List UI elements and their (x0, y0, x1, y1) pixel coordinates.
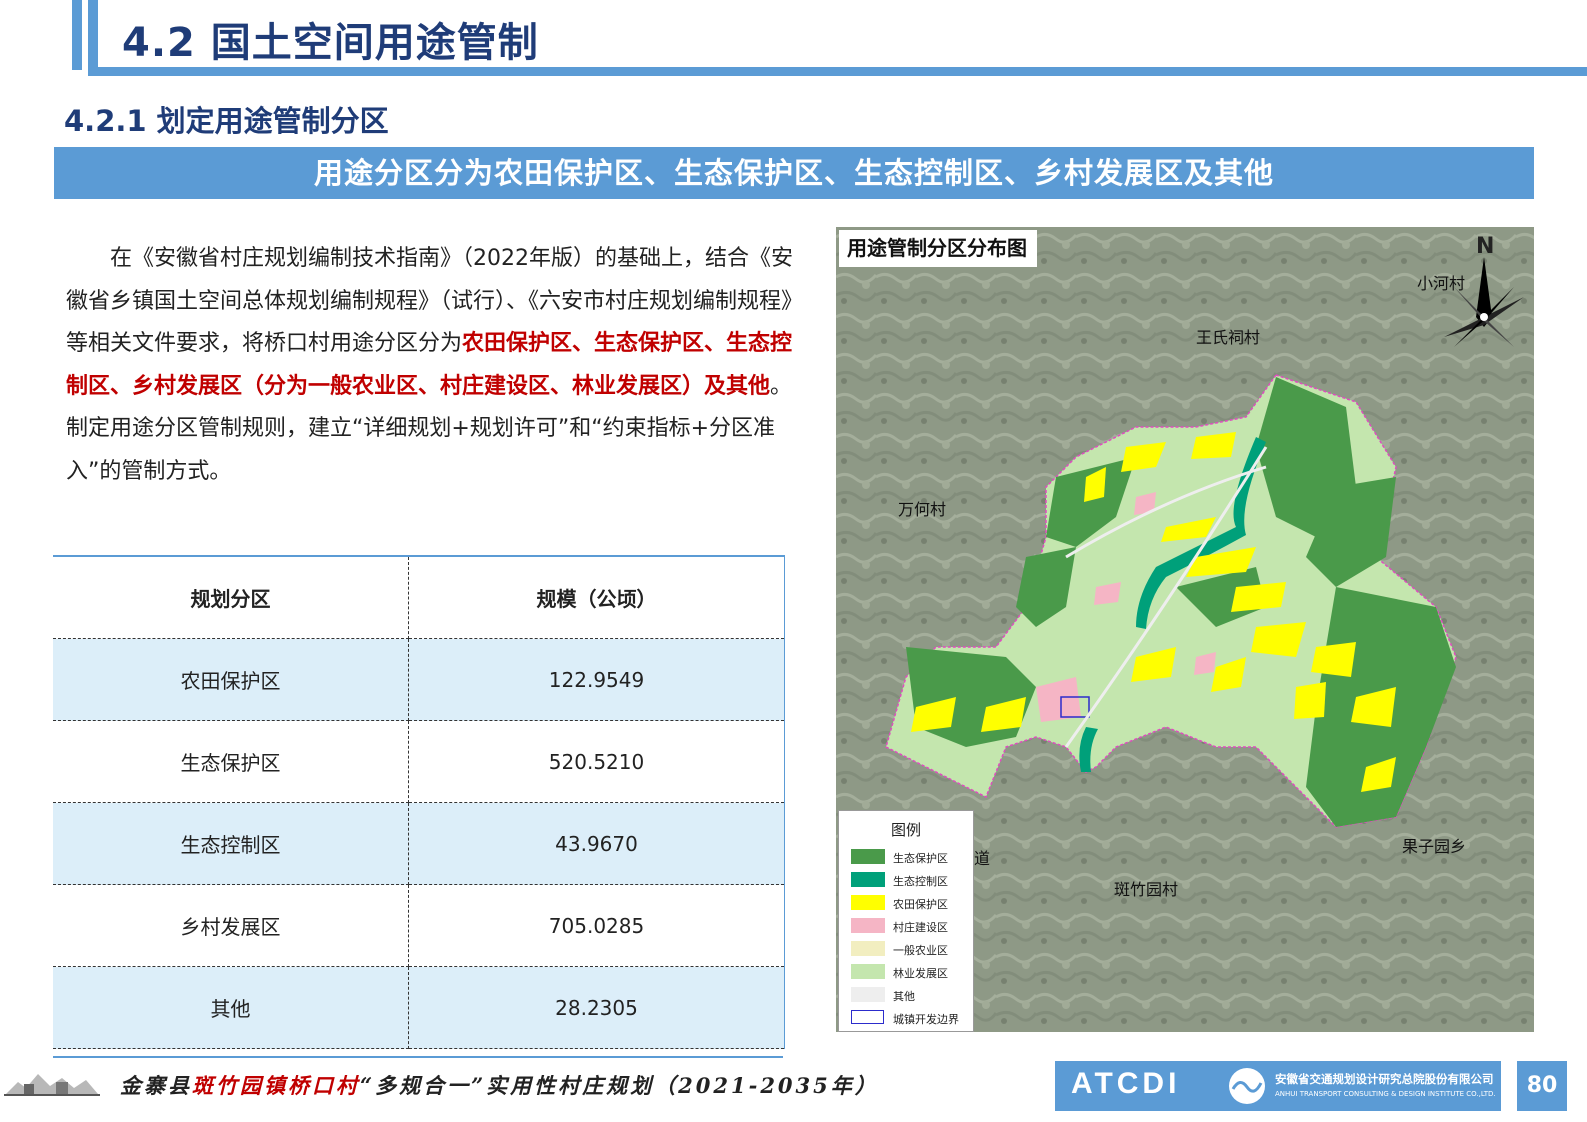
map-label: 王氏祠村 (1196, 328, 1261, 347)
zone-cell: 农田保护区 (53, 638, 409, 721)
company-logo: ATCDI 安徽省交通规划设计研究总院股份有限公司 ANHUI TRANSPOR… (1055, 1061, 1501, 1111)
area-cell: 705.0285 (408, 884, 785, 967)
map-legend: 图例 生态保护区 生态控制区 农田保护区 村庄建设区 一般农业区 林业发展区 其… (838, 810, 974, 1032)
legend-label: 农田保护区 (893, 898, 948, 911)
village-sketch-icon (4, 1074, 100, 1096)
footer-title: 金寨县斑竹园镇桥口村“多规合一”实用性村庄规划（2021-2035年） (120, 1070, 879, 1100)
map-label: 果子园乡 (1402, 837, 1467, 856)
map-label: 道 (974, 849, 991, 868)
legend-swatch (851, 895, 885, 910)
legend-swatch (851, 941, 885, 956)
legend-swatch (851, 964, 885, 979)
table-header-row: 规划分区 规模（公顷） (53, 555, 785, 639)
legend-swatch (851, 918, 885, 933)
table-row: 农田保护区 122.9549 (53, 638, 785, 721)
description-paragraph: 在《安徽省村庄规划编制技术指南》（2022年版）的基础上，结合《安徽省乡镇国土空… (66, 238, 796, 493)
legend-label: 城镇开发边界 (893, 1013, 959, 1026)
logo-text: ATCDI (1071, 1067, 1181, 1100)
legend-swatch (851, 849, 885, 864)
legend-swatch (851, 1010, 884, 1024)
legend-label: 生态控制区 (893, 875, 948, 888)
table-row: 乡村发展区 705.0285 (53, 884, 785, 967)
footer-divider (53, 1056, 783, 1058)
zone-cell: 乡村发展区 (53, 884, 409, 967)
map-label: 斑竹园村 (1114, 880, 1179, 899)
zone-cell: 生态控制区 (53, 802, 409, 885)
table-row: 生态控制区 43.9670 (53, 802, 785, 885)
map-title: 用途管制分区分布图 (839, 230, 1037, 267)
footer-village: 斑竹园镇桥口村 (192, 1073, 360, 1098)
zone-cell: 生态保护区 (53, 720, 409, 803)
table-row: 其他 28.2305 (53, 966, 785, 1049)
legend-swatch (851, 872, 885, 887)
area-cell: 122.9549 (408, 638, 785, 721)
zone-area-table: 规划分区 规模（公顷） 农田保护区 122.9549 生态保护区 520.521… (53, 555, 785, 1049)
map-label: 万何村 (898, 500, 947, 519)
area-cell: 520.5210 (408, 720, 785, 803)
column-header-zone: 规划分区 (53, 555, 409, 639)
company-name-en: ANHUI TRANSPORT CONSULTING & DESIGN INST… (1275, 1090, 1496, 1098)
company-name-cn: 安徽省交通规划设计研究总院股份有限公司 (1275, 1072, 1494, 1086)
footer-county: 金寨县 (120, 1073, 192, 1098)
page-number: 80 (1517, 1061, 1567, 1111)
legend-title: 图例 (890, 821, 921, 839)
area-cell: 43.9670 (408, 802, 785, 885)
legend-swatch (851, 987, 885, 1002)
area-cell: 28.2305 (408, 966, 785, 1049)
north-label: N (1476, 234, 1495, 259)
logo-emblem-icon (1229, 1068, 1265, 1104)
map-label: 小河村 (1417, 274, 1466, 293)
header-underline (88, 67, 1587, 76)
column-header-area: 规模（公顷） (408, 555, 785, 639)
legend-label: 一般农业区 (893, 944, 948, 957)
page-title: 4.2 国土空间用途管制 (122, 20, 539, 66)
legend-label: 其他 (893, 990, 915, 1003)
legend-label: 林业发展区 (893, 967, 948, 980)
header-accent-bar (88, 0, 98, 70)
footer-plan-name: “多规合一”实用性村庄规划（2021-2035年） (360, 1073, 879, 1098)
table-row: 生态保护区 520.5210 (53, 720, 785, 803)
zone-cell: 其他 (53, 966, 409, 1049)
header-accent-bar (72, 0, 82, 70)
legend-label: 村庄建设区 (893, 921, 948, 934)
section-title: 4.2.1 划定用途管制分区 (64, 104, 389, 138)
summary-banner: 用途分区分为农田保护区、生态保护区、生态控制区、乡村发展区及其他 (54, 147, 1534, 199)
legend-label: 生态保护区 (893, 852, 948, 865)
